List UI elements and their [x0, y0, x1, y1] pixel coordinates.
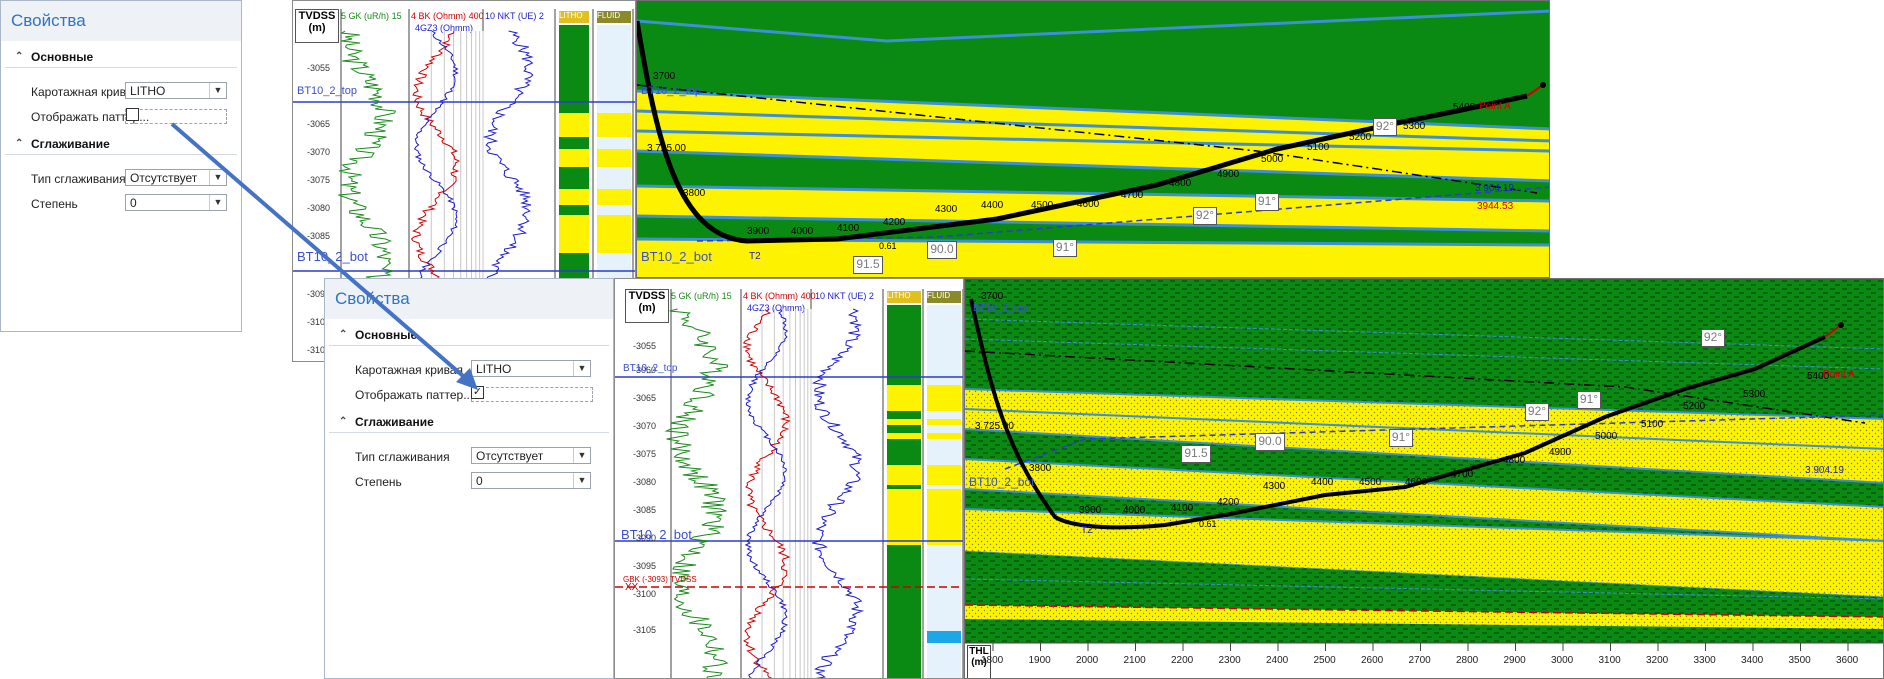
highlight-arrow — [170, 122, 478, 390]
